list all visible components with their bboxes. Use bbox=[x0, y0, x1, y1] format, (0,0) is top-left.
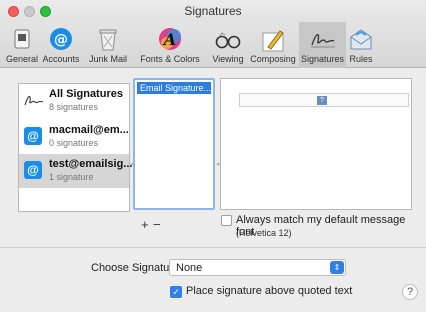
signature-count: 0 signatures bbox=[49, 138, 99, 148]
svg-text:@: @ bbox=[54, 32, 68, 48]
signatures-list[interactable]: Email Signature... bbox=[133, 78, 215, 210]
place-above-checkbox[interactable]: ✓ bbox=[170, 286, 182, 298]
pencil-icon bbox=[258, 25, 288, 53]
tab-label: Accounts bbox=[42, 54, 80, 64]
tab-general[interactable]: General bbox=[4, 22, 40, 68]
add-signature-button[interactable]: + bbox=[141, 217, 149, 232]
signature-count: 8 signatures bbox=[49, 102, 99, 112]
signature-icon bbox=[308, 25, 338, 53]
choose-signature-select[interactable]: None ⇕ bbox=[169, 259, 346, 276]
chevron-updown-icon: ⇕ bbox=[330, 261, 344, 274]
missing-image-icon: ? bbox=[317, 96, 327, 105]
divider bbox=[0, 247, 426, 248]
tab-rules[interactable]: Rules bbox=[348, 22, 374, 68]
envelope-rules-icon bbox=[346, 25, 376, 53]
match-font-checkbox[interactable] bbox=[221, 215, 232, 226]
tab-label: Fonts & Colors bbox=[140, 54, 200, 64]
at-icon: @ bbox=[24, 161, 42, 179]
at-icon: @ bbox=[46, 25, 76, 53]
signature-icon bbox=[23, 90, 45, 113]
preview-content: ? bbox=[239, 93, 409, 107]
tab-composing[interactable]: Composing bbox=[248, 22, 298, 68]
tab-junk-mail[interactable]: Junk Mail bbox=[85, 22, 131, 68]
tab-viewing[interactable]: Viewing bbox=[210, 22, 246, 68]
match-font-sublabel: (Helvetica 12) bbox=[236, 228, 292, 238]
select-value: None bbox=[176, 262, 203, 274]
accounts-list[interactable]: All Signatures 8 signatures @ macmail@em… bbox=[18, 83, 133, 212]
signature-preview[interactable]: ? bbox=[220, 78, 412, 210]
help-button[interactable]: ? bbox=[402, 284, 418, 300]
switch-icon bbox=[7, 25, 37, 53]
trash-can-icon bbox=[93, 25, 123, 53]
tab-fonts-colors[interactable]: A Fonts & Colors bbox=[131, 22, 209, 68]
preferences-toolbar: General @ Accounts Junk Mail A Fonts & C… bbox=[0, 22, 426, 68]
remove-signature-button[interactable]: − bbox=[153, 217, 161, 232]
title-bar: Signatures bbox=[0, 0, 426, 22]
fonts-colors-icon: A bbox=[155, 25, 185, 53]
tab-signatures[interactable]: Signatures bbox=[299, 22, 346, 68]
place-above-label: Place signature above quoted text bbox=[186, 285, 353, 297]
list-item-account-selected[interactable]: @ test@emailsig... 1 signature bbox=[19, 154, 133, 188]
window-title: Signatures bbox=[184, 4, 242, 18]
glasses-icon bbox=[213, 25, 243, 53]
tab-label: Junk Mail bbox=[88, 54, 127, 64]
signature-item-selected[interactable]: Email Signature... bbox=[137, 82, 211, 94]
tab-label: Viewing bbox=[212, 54, 244, 64]
tab-label: Signatures bbox=[300, 54, 345, 64]
tab-label: General bbox=[5, 54, 39, 64]
at-icon: @ bbox=[24, 127, 42, 145]
list-item-account[interactable]: @ macmail@em... 0 signatures bbox=[19, 120, 129, 154]
svg-text:A: A bbox=[162, 30, 176, 49]
account-name: All Signatures bbox=[49, 88, 123, 100]
list-item-all-signatures[interactable]: All Signatures 8 signatures bbox=[19, 84, 129, 118]
tab-accounts[interactable]: @ Accounts bbox=[40, 22, 82, 68]
account-name: test@emailsig... bbox=[49, 158, 133, 170]
account-name: macmail@em... bbox=[49, 124, 129, 136]
signature-count: 1 signature bbox=[49, 172, 94, 182]
tab-label: Composing bbox=[250, 54, 296, 64]
tab-label: Rules bbox=[349, 54, 373, 64]
splitter-handle[interactable]: ◂ bbox=[216, 160, 220, 168]
